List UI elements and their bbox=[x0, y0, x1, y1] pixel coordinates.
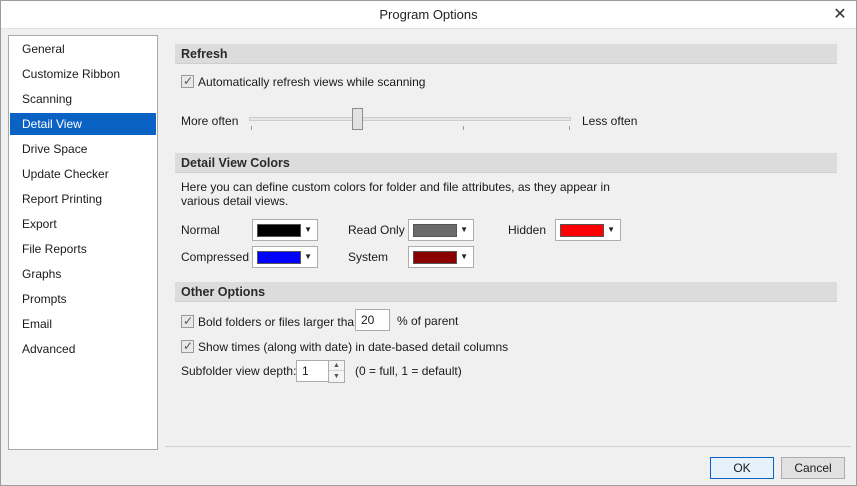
less-often-label: Less often bbox=[582, 114, 638, 128]
system-label: System bbox=[348, 250, 389, 264]
auto-refresh-checkbox[interactable]: ✓ bbox=[181, 74, 194, 89]
compressed-swatch bbox=[257, 251, 301, 264]
colors-section-header: Detail View Colors bbox=[175, 153, 837, 173]
sidebar-item-drive-space[interactable]: Drive Space bbox=[10, 138, 156, 160]
auto-refresh-row[interactable]: ✓ Automatically refresh views while scann… bbox=[181, 73, 425, 89]
slider-tick bbox=[251, 126, 252, 130]
more-often-label: More often bbox=[181, 114, 239, 128]
sidebar-item-report-printing[interactable]: Report Printing bbox=[10, 188, 156, 210]
read-only-label: Read Only bbox=[348, 223, 405, 237]
show-times-checkbox[interactable]: ✓ bbox=[181, 339, 194, 354]
spin-down-icon[interactable]: ▼ bbox=[329, 372, 344, 382]
auto-refresh-label: Automatically refresh views while scanni… bbox=[198, 74, 426, 89]
checkmark-icon: ✓ bbox=[183, 74, 194, 89]
title-bar: Program Options ✕ bbox=[1, 1, 856, 29]
sidebar-item-scanning[interactable]: Scanning bbox=[10, 88, 156, 110]
chevron-down-icon: ▼ bbox=[460, 225, 468, 234]
sidebar-item-detail-view[interactable]: Detail View bbox=[10, 113, 156, 135]
bold-threshold-input[interactable]: 20 bbox=[355, 309, 390, 331]
bold-folders-label: Bold folders or files larger than bbox=[198, 314, 361, 329]
normal-label: Normal bbox=[181, 223, 220, 237]
ok-button[interactable]: OK bbox=[710, 457, 774, 479]
subfolder-depth-stepper[interactable]: ▲ ▼ bbox=[328, 360, 345, 383]
read-only-swatch bbox=[413, 224, 457, 237]
chevron-down-icon: ▼ bbox=[607, 225, 615, 234]
options-sidebar: General Customize Ribbon Scanning Detail… bbox=[8, 35, 158, 450]
close-icon[interactable]: ✕ bbox=[830, 5, 850, 25]
slider-tick bbox=[463, 126, 464, 130]
slider-tick bbox=[569, 126, 570, 130]
show-times-row[interactable]: ✓ Show times (along with date) in date-ba… bbox=[181, 338, 508, 354]
depth-hint: (0 = full, 1 = default) bbox=[355, 364, 462, 378]
refresh-section-header: Refresh bbox=[175, 44, 837, 64]
subfolder-depth-label: Subfolder view depth: bbox=[181, 364, 297, 378]
checkmark-icon: ✓ bbox=[183, 314, 194, 329]
sidebar-item-graphs[interactable]: Graphs bbox=[10, 263, 156, 285]
system-color-picker[interactable]: ▼ bbox=[408, 246, 474, 268]
refresh-slider-track[interactable] bbox=[249, 117, 571, 121]
normal-color-picker[interactable]: ▼ bbox=[252, 219, 318, 241]
spin-up-icon[interactable]: ▲ bbox=[329, 361, 344, 371]
show-times-label: Show times (along with date) in date-bas… bbox=[198, 339, 509, 354]
normal-swatch bbox=[257, 224, 301, 237]
other-section-header: Other Options bbox=[175, 282, 837, 302]
hidden-label: Hidden bbox=[508, 223, 547, 237]
sidebar-item-prompts[interactable]: Prompts bbox=[10, 288, 156, 310]
system-swatch bbox=[413, 251, 457, 264]
bold-folders-checkbox[interactable]: ✓ bbox=[181, 314, 194, 329]
window-title: Program Options bbox=[379, 7, 478, 22]
bold-folders-row[interactable]: ✓ Bold folders or files larger than bbox=[181, 313, 361, 329]
chevron-down-icon: ▼ bbox=[304, 225, 312, 234]
sidebar-item-email[interactable]: Email bbox=[10, 313, 156, 335]
hidden-swatch bbox=[560, 224, 604, 237]
sidebar-item-export[interactable]: Export bbox=[10, 213, 156, 235]
sidebar-item-file-reports[interactable]: File Reports bbox=[10, 238, 156, 260]
sidebar-item-general[interactable]: General bbox=[10, 38, 156, 60]
chevron-down-icon: ▼ bbox=[304, 252, 312, 261]
sidebar-item-update-checker[interactable]: Update Checker bbox=[10, 163, 156, 185]
subfolder-depth-input[interactable]: 1 bbox=[296, 360, 329, 382]
footer-divider bbox=[165, 446, 851, 447]
percent-of-parent-label: % of parent bbox=[397, 314, 459, 328]
chevron-down-icon: ▼ bbox=[460, 252, 468, 261]
sidebar-item-customize-ribbon[interactable]: Customize Ribbon bbox=[10, 63, 156, 85]
refresh-slider-thumb[interactable] bbox=[352, 108, 363, 130]
checkmark-icon: ✓ bbox=[183, 339, 194, 354]
cancel-button[interactable]: Cancel bbox=[781, 457, 845, 479]
sidebar-item-advanced[interactable]: Advanced bbox=[10, 338, 156, 360]
compressed-color-picker[interactable]: ▼ bbox=[252, 246, 318, 268]
read-only-color-picker[interactable]: ▼ bbox=[408, 219, 474, 241]
colors-description: Here you can define custom colors for fo… bbox=[181, 180, 610, 208]
program-options-window: Program Options ✕ General Customize Ribb… bbox=[0, 0, 857, 486]
compressed-label: Compressed bbox=[181, 250, 250, 264]
hidden-color-picker[interactable]: ▼ bbox=[555, 219, 621, 241]
